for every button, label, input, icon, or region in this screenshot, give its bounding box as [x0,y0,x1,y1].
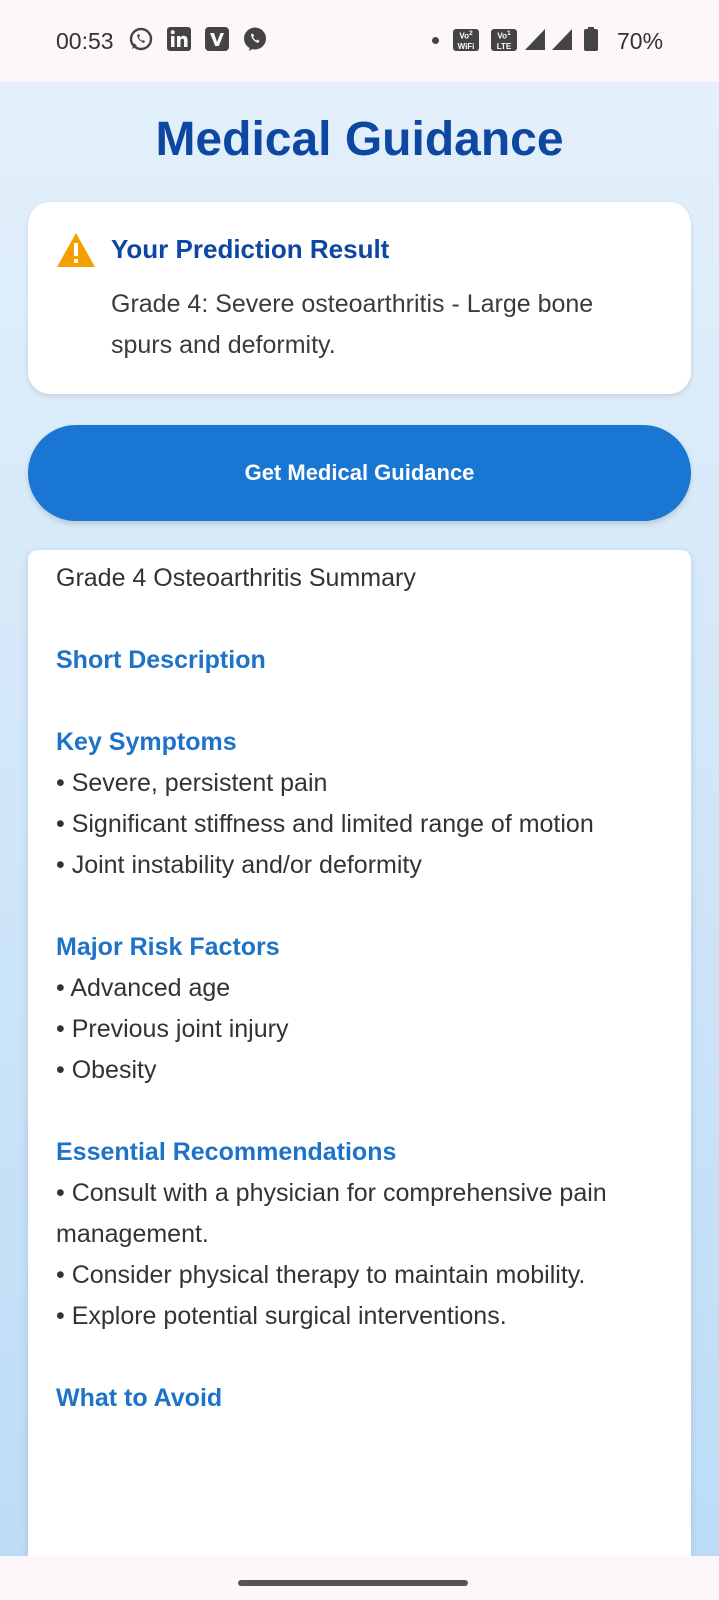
linkedin-icon [167,27,191,51]
list-item: • Joint instability and/or deformity [56,851,422,879]
warning-icon [57,233,95,267]
whatsapp-icon [129,27,153,51]
status-time: 00:53 [56,28,114,54]
signal-icon-2 [552,29,572,50]
app-screen: Medical Guidance Your Prediction Result … [0,82,719,1556]
get-medical-guidance-button[interactable]: Get Medical Guidance [28,425,691,521]
section-heading-what-to-avoid: What to Avoid [56,1384,223,1412]
prediction-heading: Your Prediction Result [111,234,390,264]
v-app-icon [205,27,229,51]
viber-icon [244,27,266,51]
section-heading-major-risk-factors: Major Risk Factors [56,933,280,961]
battery-percent: 70% [617,28,664,54]
page-title: Medical Guidance [155,113,564,166]
section-heading-key-symptoms: Key Symptoms [56,728,237,756]
list-item: • Explore potential surgical interventio… [56,1302,507,1330]
list-item: • Severe, persistent pain [56,769,328,797]
list-item: • Previous joint injury [56,1015,289,1043]
guidance-content: Grade 4 Osteoarthritis Summary Short Des… [56,558,666,1419]
list-item: • Obesity [56,1056,157,1084]
list-item: • Significant stiffness and limited rang… [56,810,594,838]
list-item: • Consult with a physician for comprehen… [56,1179,607,1248]
battery-icon [584,27,598,51]
status-bar: 00:53 Vo2 WiFi Vo1 LTE 70% [0,0,719,82]
summary-title: Grade 4 Osteoarthritis Summary [56,564,416,592]
signal-icon-1 [525,29,545,50]
system-nav-bar [0,1556,719,1600]
prediction-text: Grade 4: Severe osteoarthritis - Large b… [111,290,594,359]
volte-icon: Vo1 LTE [491,29,517,51]
list-item: • Advanced age [56,974,231,1002]
vowifi-icon: Vo2 WiFi [453,29,479,51]
section-heading-short-description: Short Description [56,646,266,674]
gesture-handle[interactable] [238,1580,468,1586]
list-item: • Consider physical therapy to maintain … [56,1261,586,1289]
guidance-card[interactable]: Grade 4 Osteoarthritis Summary Short Des… [28,550,691,1556]
prediction-result-card: Your Prediction Result Grade 4: Severe o… [28,202,691,394]
notification-dot [432,37,439,44]
section-heading-essential-recommendations: Essential Recommendations [56,1138,397,1166]
